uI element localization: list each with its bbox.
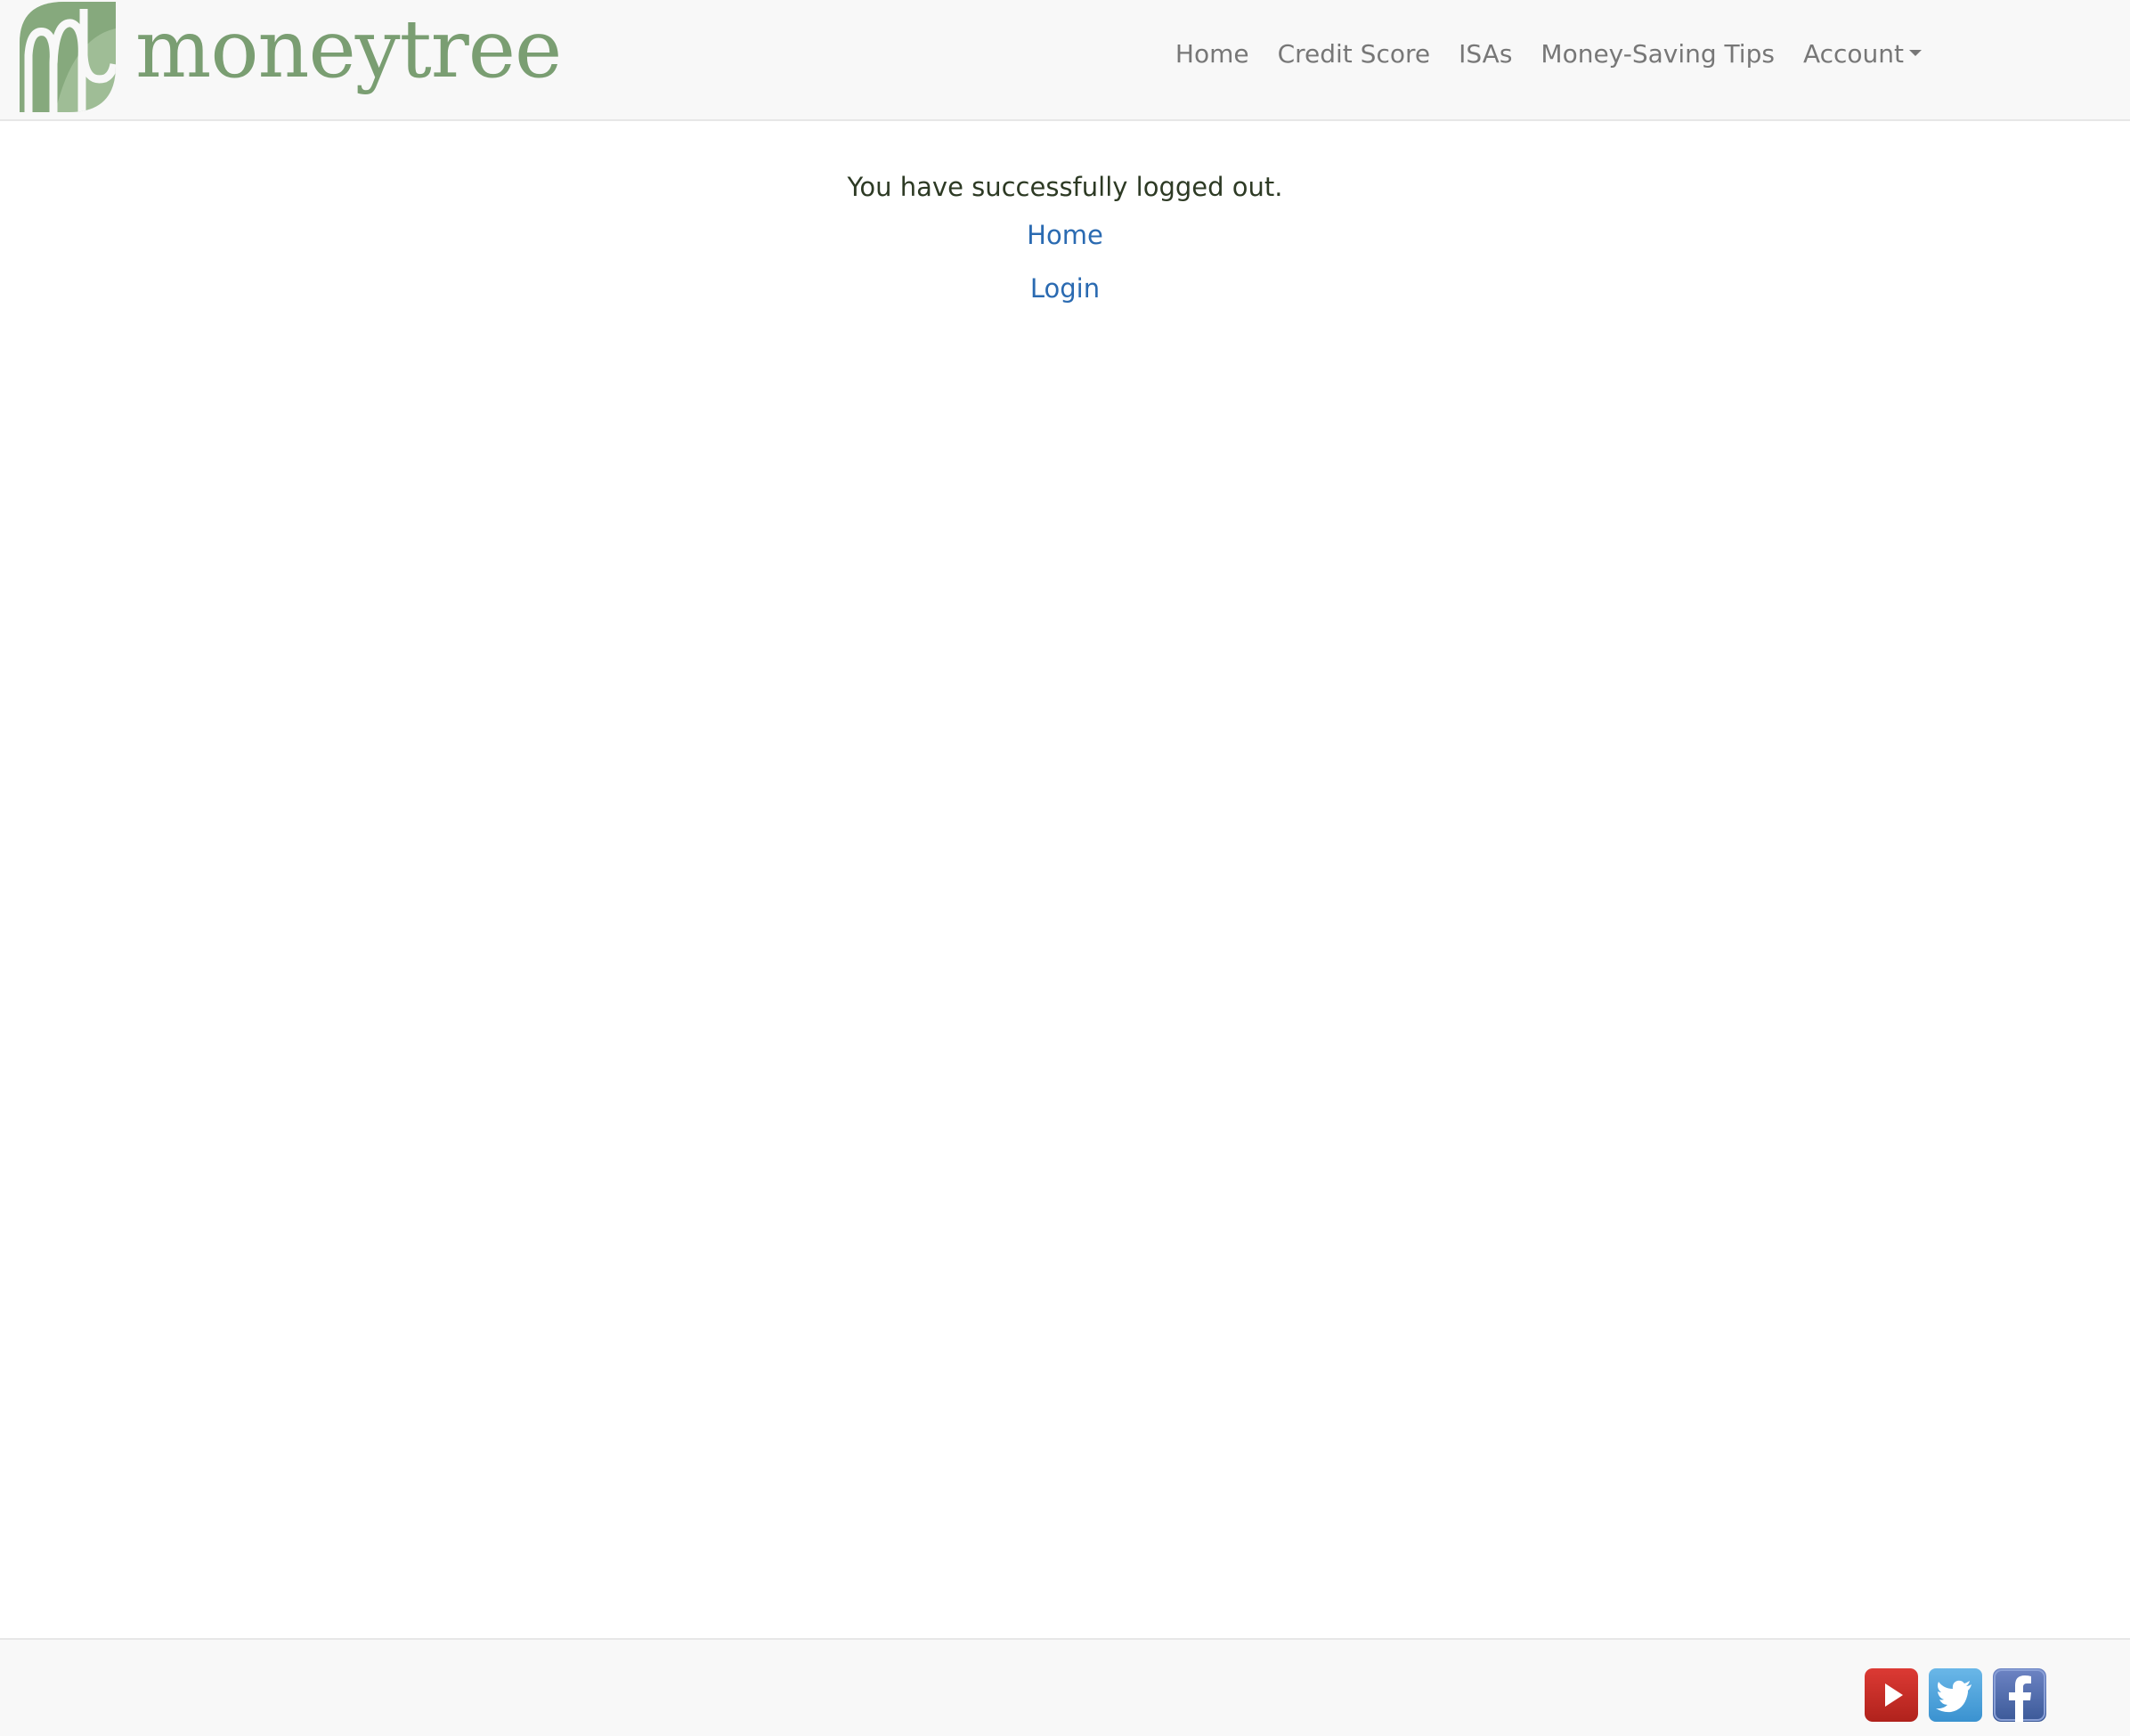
nav-item-credit-score: Credit Score: [1264, 39, 1445, 69]
nav-link-isas[interactable]: ISAs: [1444, 39, 1526, 69]
account-dropdown-toggle[interactable]: Account: [1789, 39, 1936, 69]
home-link[interactable]: Home: [1027, 217, 1103, 253]
logout-message: You have successfully logged out.: [847, 172, 1283, 202]
main-content: You have successfully logged out. Home L…: [0, 121, 2130, 306]
footer: [0, 1638, 2130, 1736]
nav-item-isas: ISAs: [1444, 39, 1526, 69]
navbar: moneytree Home Credit Score ISAs Money-S…: [0, 0, 2130, 121]
twitter-icon[interactable]: [1929, 1668, 1982, 1722]
nav-item-home: Home: [1161, 39, 1264, 69]
social-links: [1854, 1668, 2046, 1722]
main-nav: Home Credit Score ISAs Money-Saving Tips…: [1161, 0, 1936, 107]
nav-link-home[interactable]: Home: [1161, 39, 1264, 69]
home-link-row: Home: [0, 217, 2130, 253]
facebook-icon[interactable]: [1993, 1668, 2046, 1722]
brand-name: moneytree: [135, 3, 562, 96]
nav-link-credit-score[interactable]: Credit Score: [1264, 39, 1445, 69]
account-label: Account: [1802, 38, 1904, 69]
youtube-icon[interactable]: [1865, 1668, 1918, 1722]
caret-down-icon: [1909, 50, 1922, 56]
brand-logo-link[interactable]: moneytree: [20, 2, 562, 112]
login-link-row: Login: [0, 271, 2130, 306]
nav-link-money-saving-tips[interactable]: Money-Saving Tips: [1526, 39, 1789, 69]
login-link[interactable]: Login: [1030, 271, 1100, 306]
nav-item-money-saving-tips: Money-Saving Tips: [1526, 39, 1789, 69]
nav-item-account: Account: [1789, 39, 1936, 69]
moneytree-logo-icon: [20, 2, 116, 112]
